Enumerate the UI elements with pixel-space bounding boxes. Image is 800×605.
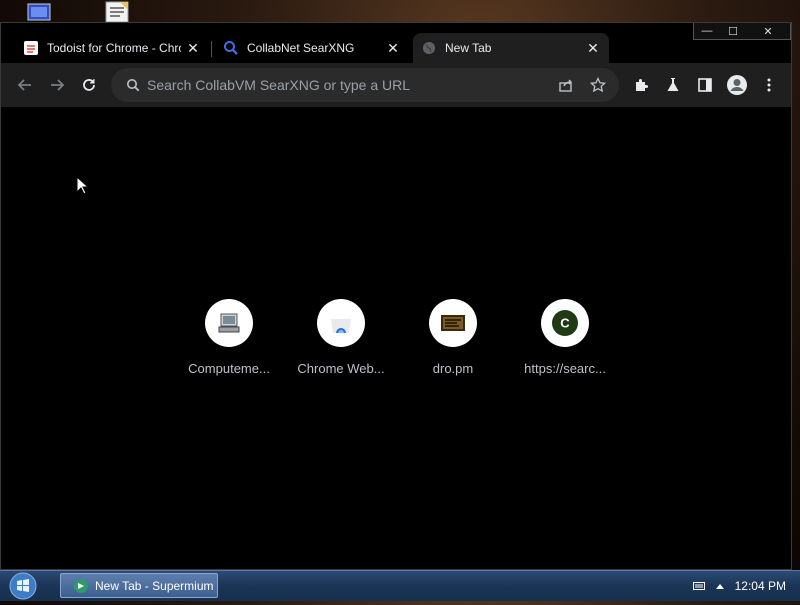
back-button[interactable]: [13, 73, 37, 97]
shortcut-tile[interactable]: Computeme...: [173, 299, 285, 376]
share-icon[interactable]: [553, 72, 579, 98]
forward-button[interactable]: [45, 73, 69, 97]
omnibox[interactable]: [111, 68, 619, 102]
window-controls: — ☐ ✕: [693, 23, 791, 40]
address-input[interactable]: [147, 77, 553, 93]
back-arrow-icon: [17, 79, 31, 91]
keyboard-icon[interactable]: [692, 581, 705, 591]
tab-divider: [211, 41, 212, 57]
svg-text:C: C: [560, 316, 570, 331]
dro-pm-icon: [429, 299, 477, 347]
kebab-menu-icon: [767, 78, 771, 92]
tab-title: CollabNet SearXNG: [247, 41, 355, 55]
search-icon: [119, 78, 147, 92]
show-hidden-icons-icon[interactable]: [715, 582, 725, 590]
shortcut-label: dro.pm: [432, 361, 474, 376]
clock[interactable]: 12:04 PM: [735, 579, 786, 593]
tab-title: Todoist for Chrome - Chrome: [47, 41, 181, 55]
labs-button[interactable]: [661, 73, 685, 97]
browser-window: Todoist for Chrome - Chrome ✕ CollabNet …: [0, 22, 792, 570]
shortcut-label: https://searc...: [524, 361, 606, 376]
menu-button[interactable]: [757, 73, 781, 97]
computer-icon: [205, 299, 253, 347]
supermium-icon: [73, 578, 91, 594]
omnibox-actions: [553, 72, 611, 98]
tab-close-icon[interactable]: ✕: [185, 40, 201, 56]
chrome-web-store-icon: [317, 299, 365, 347]
side-panel-icon: [698, 78, 712, 92]
task-item-label: New Tab - Supermium: [95, 578, 214, 593]
avatar-icon: [727, 75, 747, 95]
letter-c-icon: C: [541, 299, 589, 347]
taskbar: New Tab - Supermium 12:04 PM: [0, 570, 800, 601]
browser-toolbar: [1, 63, 791, 107]
shortcut-tiles: Computeme... Chrome Web... dro.pm C http…: [173, 299, 621, 376]
todoist-favicon-icon: [23, 40, 39, 56]
taskbar-item-supermium[interactable]: New Tab - Supermium: [60, 573, 218, 598]
shortcut-tile[interactable]: dro.pm: [397, 299, 509, 376]
shortcut-label: Chrome Web...: [297, 361, 385, 376]
desktop-computer-icon[interactable]: [22, 0, 56, 22]
tab-new-tab[interactable]: New Tab ✕: [413, 33, 609, 63]
globe-icon: [421, 40, 437, 56]
shortcut-tile[interactable]: C https://searc...: [509, 299, 621, 376]
shortcut-tile[interactable]: Chrome Web...: [285, 299, 397, 376]
windows-logo-icon: [9, 572, 37, 600]
start-button[interactable]: [8, 572, 38, 600]
searxng-favicon-icon: [223, 40, 239, 56]
bookmark-star-icon[interactable]: [585, 72, 611, 98]
reload-button[interactable]: [77, 73, 101, 97]
mouse-cursor-icon: [76, 176, 90, 195]
shortcut-label: Computeme...: [188, 361, 270, 376]
tab-title: New Tab: [445, 41, 492, 55]
close-window-button[interactable]: ✕: [746, 23, 790, 39]
tab-close-icon[interactable]: ✕: [385, 40, 401, 56]
extensions-button[interactable]: [629, 73, 653, 97]
puzzle-icon: [636, 79, 648, 91]
reload-icon: [83, 79, 95, 91]
tab-collabnet-searxng[interactable]: CollabNet SearXNG ✕: [215, 33, 409, 63]
profile-button[interactable]: [725, 73, 749, 97]
maximize-button[interactable]: ☐: [720, 23, 746, 39]
tab-todoist[interactable]: Todoist for Chrome - Chrome ✕: [15, 33, 209, 63]
flask-icon: [667, 78, 679, 91]
tab-strip: Todoist for Chrome - Chrome ✕ CollabNet …: [1, 23, 791, 63]
tab-close-icon[interactable]: ✕: [585, 40, 601, 56]
minimize-button[interactable]: —: [694, 23, 720, 39]
new-tab-page: Computeme... Chrome Web... dro.pm C http…: [1, 107, 791, 569]
side-panel-button[interactable]: [693, 73, 717, 97]
forward-arrow-icon: [51, 79, 65, 91]
desktop-document-icon[interactable]: [102, 0, 136, 23]
system-tray: 12:04 PM: [692, 571, 800, 601]
